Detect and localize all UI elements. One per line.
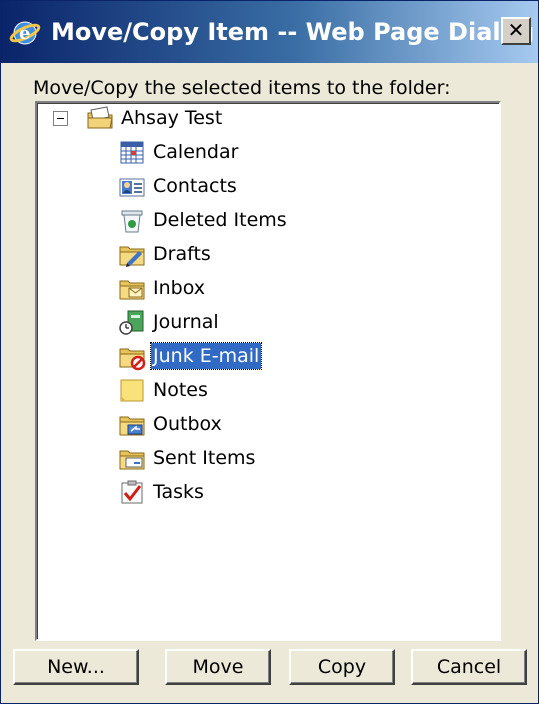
dialog-window: e Move/Copy Item -- Web Page Dialog ✕ Mo… (0, 0, 539, 704)
tree-item-inbox[interactable]: Inbox (117, 273, 207, 303)
tree-item-label: Journal (153, 311, 219, 333)
calendar-icon (120, 141, 144, 164)
prompt-label: Move/Copy the selected items to the fold… (33, 77, 451, 99)
tree-item-journal[interactable]: Journal (117, 307, 221, 337)
tree-item-deleted-items[interactable]: Deleted Items (117, 205, 289, 235)
collapse-toggle[interactable] (53, 111, 68, 126)
sent-folder-icon (119, 450, 145, 470)
close-button[interactable]: ✕ (501, 17, 531, 45)
tree-item-label: Sent Items (153, 447, 256, 469)
tree-item-label: Tasks (153, 481, 204, 503)
mailbox-icon (87, 106, 113, 129)
tree-item-label: Inbox (153, 277, 205, 299)
tree-item-outbox[interactable]: Outbox (117, 409, 224, 439)
svg-text:e: e (19, 23, 30, 44)
tree-item-tasks[interactable]: Tasks (117, 477, 206, 507)
tree-item-label: Drafts (153, 243, 211, 265)
tree-item-label: Deleted Items (153, 209, 287, 231)
tree-item-drafts[interactable]: Drafts (117, 239, 213, 269)
tree-item-label: Outbox (153, 413, 222, 435)
close-icon: ✕ (507, 18, 525, 42)
tree-item-junk-email[interactable]: Junk E-mail (117, 341, 263, 371)
drafts-folder-icon (119, 246, 145, 267)
tree-root[interactable]: Ahsay Test (85, 103, 224, 133)
window-title: Move/Copy Item -- Web Page Dialog (51, 18, 535, 46)
tree-item-calendar[interactable]: Calendar (117, 137, 240, 167)
tree-root-label: Ahsay Test (121, 107, 223, 129)
tasks-icon (121, 480, 143, 504)
internet-explorer-icon: e (9, 21, 41, 45)
notes-icon (120, 379, 144, 402)
tree-item-notes[interactable]: Notes (117, 375, 210, 405)
title-bar[interactable]: e Move/Copy Item -- Web Page Dialog ✕ (1, 1, 538, 63)
trash-icon (121, 210, 143, 233)
contacts-icon (119, 178, 145, 197)
new-folder-button[interactable]: New... (13, 649, 139, 685)
move-button[interactable]: Move (165, 649, 271, 685)
tree-item-contacts[interactable]: Contacts (117, 171, 239, 201)
outbox-folder-icon (119, 416, 145, 436)
junk-folder-icon (119, 348, 146, 371)
tree-item-label-selected: Junk E-mail (149, 342, 263, 370)
journal-icon (119, 310, 144, 335)
tree-item-label: Notes (153, 379, 208, 401)
inbox-folder-icon (119, 280, 145, 300)
tree-item-sent-items[interactable]: Sent Items (117, 443, 257, 473)
cancel-button[interactable]: Cancel (411, 649, 527, 685)
copy-button[interactable]: Copy (289, 649, 395, 685)
folder-tree[interactable]: Ahsay Test Calendar Contacts Deleted Ite… (35, 101, 501, 641)
tree-item-label: Contacts (153, 175, 237, 197)
tree-item-label: Calendar (153, 141, 239, 163)
